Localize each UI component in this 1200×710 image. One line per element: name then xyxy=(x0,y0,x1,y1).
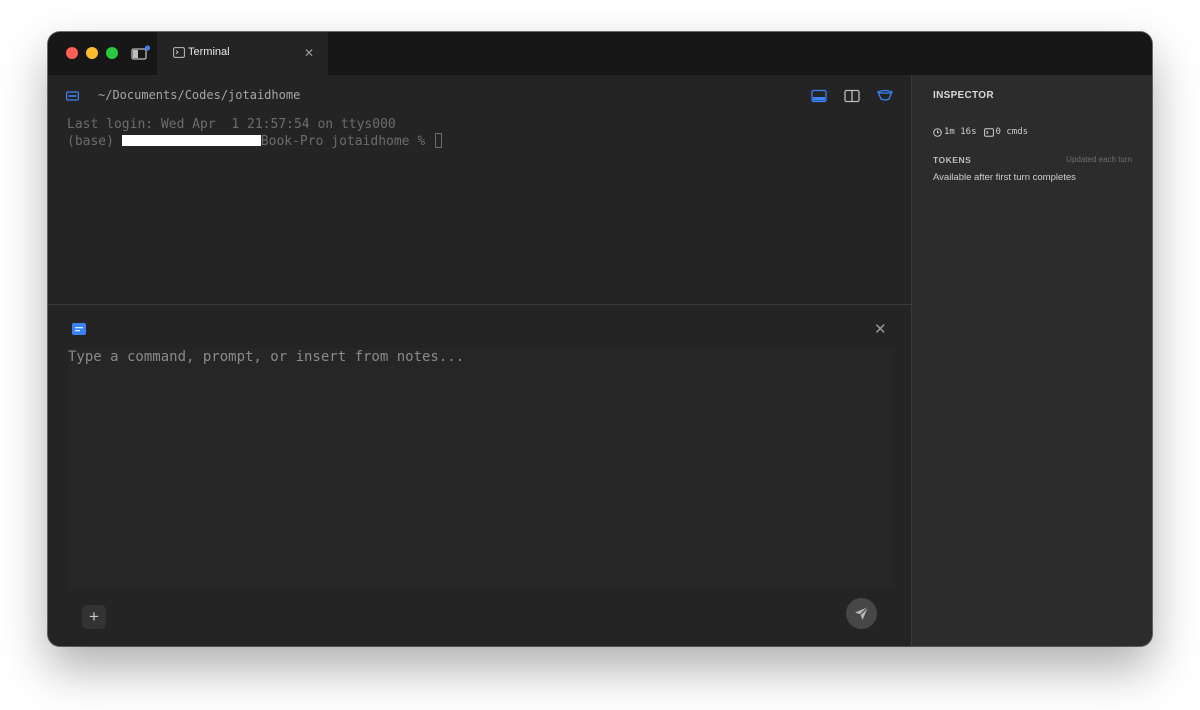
session-duration: 1m 16s xyxy=(944,127,977,137)
notes-icon xyxy=(72,323,86,335)
close-window-button[interactable] xyxy=(66,47,78,59)
terminal-cursor xyxy=(434,133,442,148)
tokens-label: TOKENS xyxy=(933,155,972,165)
app-window: Terminal ✕ ~/Documents/Codes/jotaidhome … xyxy=(48,32,1152,646)
last-login-line: Last login: Wed Apr 1 21:57:54 on ttys00… xyxy=(67,117,396,132)
prompt-suffix: Book-Pro jotaidhome % xyxy=(260,134,433,149)
title-bar: Terminal ✕ xyxy=(48,32,1152,75)
inspector-toggle-icon[interactable] xyxy=(877,89,893,103)
send-button[interactable] xyxy=(846,598,877,629)
minimize-window-button[interactable] xyxy=(86,47,98,59)
send-icon xyxy=(855,606,869,620)
toggle-bottom-panel-icon[interactable] xyxy=(811,89,827,103)
close-composer-icon[interactable]: ✕ xyxy=(874,322,887,338)
terminal-icon xyxy=(173,47,185,58)
command-count: 0 cmds xyxy=(995,127,1029,137)
sidebar-toggle-icon[interactable] xyxy=(131,45,151,61)
inspector-panel: INSPECTOR 1m 16s 0 cmds TOKENS Updated e… xyxy=(911,75,1152,646)
tokens-status: Available after first turn completes xyxy=(933,172,1076,183)
maximize-window-button[interactable] xyxy=(106,47,118,59)
add-attachment-button[interactable]: + xyxy=(82,605,106,629)
terminal-output: Last login: Wed Apr 1 21:57:54 on ttys00… xyxy=(67,116,442,150)
session-stats: 1m 16s 0 cmds xyxy=(933,127,1028,137)
tab-terminal[interactable]: Terminal ✕ xyxy=(157,32,328,75)
command-prompt-input[interactable] xyxy=(68,349,894,589)
split-pane-icon[interactable] xyxy=(844,89,860,103)
command-count-icon xyxy=(983,127,994,137)
prompt-prefix: (base) xyxy=(67,134,122,149)
tokens-update-hint: Updated each turn xyxy=(1066,155,1132,164)
tab-label: Terminal xyxy=(188,46,230,58)
terminal-pane[interactable]: ~/Documents/Codes/jotaidhome Last login:… xyxy=(48,75,911,304)
working-directory-path: ~/Documents/Codes/jotaidhome xyxy=(98,88,301,102)
tab-close-icon[interactable]: ✕ xyxy=(304,46,314,60)
terminal-session-icon xyxy=(66,91,79,101)
command-composer: ✕ + xyxy=(48,305,911,646)
inspector-title: INSPECTOR xyxy=(933,90,994,101)
redacted-hostname xyxy=(121,135,261,146)
clock-icon xyxy=(933,127,942,137)
